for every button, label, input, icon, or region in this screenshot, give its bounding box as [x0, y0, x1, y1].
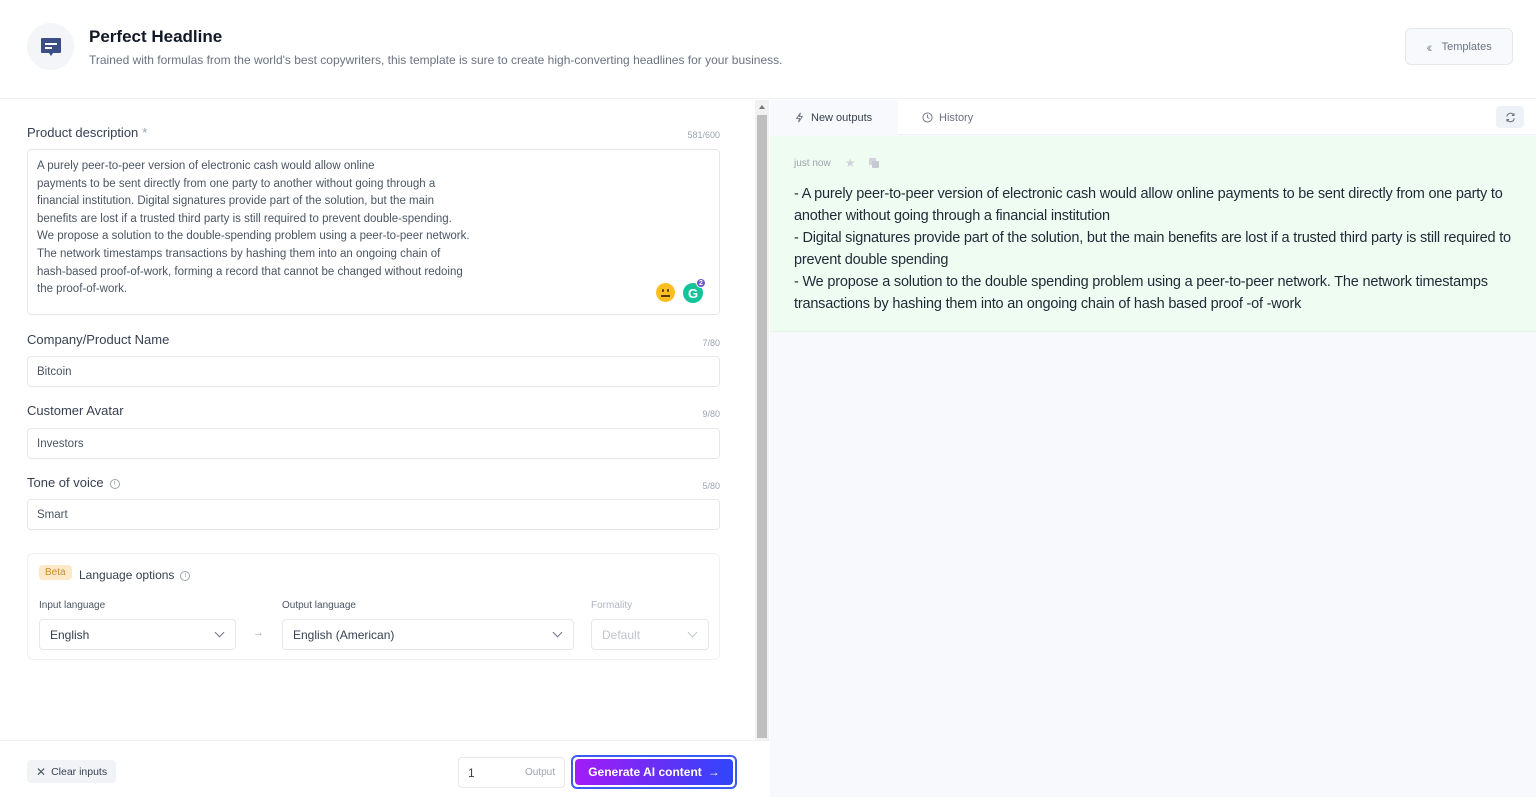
info-icon[interactable]: i: [109, 478, 120, 489]
form-scrollbar[interactable]: [755, 100, 769, 740]
tone-of-voice-counter: 5/80: [702, 481, 720, 491]
beta-badge: Beta: [39, 565, 72, 580]
info-icon[interactable]: i: [180, 570, 191, 581]
output-language-select[interactable]: English (American): [282, 619, 574, 650]
output-line: - A purely peer-to-peer version of elect…: [794, 186, 1503, 224]
output-line: - We propose a solution to the double sp…: [794, 274, 1488, 312]
input-form: Product description * 581/600 A purely pe…: [0, 100, 755, 740]
formality-select[interactable]: Default: [591, 619, 709, 650]
output-language-value: English (American): [293, 627, 395, 642]
formality-value: Default: [602, 627, 641, 642]
page-subtitle: Trained with formulas from the world's b…: [89, 53, 783, 67]
input-language-value: English: [50, 627, 90, 642]
company-name-input[interactable]: Bitcoin: [27, 356, 720, 387]
tone-of-voice-label: Tone of voice i: [27, 475, 120, 490]
output-language-label: Output language: [282, 600, 356, 611]
formality-label: Formality: [591, 600, 633, 611]
language-options-title-text: Language options: [79, 568, 175, 582]
copy-icon[interactable]: [869, 158, 880, 168]
output-count-label: Output: [524, 767, 555, 778]
tone-of-voice-label-text: Tone of voice: [27, 475, 104, 490]
product-description-counter: 581/600: [687, 130, 720, 140]
input-language-select[interactable]: English: [39, 619, 236, 650]
chevron-down-icon: [214, 627, 225, 638]
tone-of-voice-input[interactable]: Smart: [27, 499, 720, 530]
required-mark: *: [142, 125, 148, 140]
template-icon-wrap: [27, 23, 74, 70]
clock-icon: [922, 112, 933, 123]
star-icon[interactable]: ★: [845, 156, 856, 170]
page-title: Perfect Headline: [89, 27, 223, 46]
chevron-down-icon: [552, 627, 563, 638]
output-meta: just now ★: [794, 156, 880, 170]
tab-new-outputs[interactable]: New outputs: [770, 100, 898, 135]
customer-avatar-input[interactable]: Investors: [27, 428, 720, 459]
close-icon: ✕: [36, 764, 47, 779]
chevron-down-icon: [687, 627, 698, 638]
results-tabs: New outputs History: [770, 100, 1536, 135]
tone-emoji-icon[interactable]: [656, 283, 675, 302]
company-name-label: Company/Product Name: [27, 332, 170, 347]
arrow-right-icon: →: [253, 627, 264, 639]
grammarly-badge: 2: [696, 278, 706, 288]
form-footer: ✕ Clear inputs 1 Output Generate AI cont…: [0, 740, 770, 797]
chevrons-left-icon: ‹‹: [1426, 38, 1433, 55]
language-options-panel: Beta Language options i Input language En…: [27, 553, 720, 660]
scroll-up-arrow-icon[interactable]: [755, 100, 769, 114]
tab-history-label: History: [939, 111, 974, 124]
templates-button[interactable]: ‹‹ Templates: [1405, 28, 1513, 65]
sparkle-icon: [795, 112, 804, 123]
input-language-label: Input language: [39, 600, 106, 611]
output-count-input[interactable]: 1 Output: [458, 757, 565, 788]
message-square-icon: [40, 37, 61, 56]
output-timestamp: just now: [794, 157, 831, 169]
clear-inputs-button[interactable]: ✕ Clear inputs: [27, 760, 117, 783]
customer-avatar-counter: 9/80: [702, 409, 720, 419]
arrow-right-icon: →: [707, 765, 720, 779]
customer-avatar-label: Customer Avatar: [27, 403, 124, 418]
generate-ai-content-inner: Generate AI content →: [575, 759, 733, 785]
language-options-title: Language options i: [79, 568, 191, 582]
scroll-thumb[interactable]: [757, 115, 767, 738]
tab-history[interactable]: History: [908, 100, 973, 135]
output-text[interactable]: - A purely peer-to-peer version of elect…: [794, 183, 1514, 315]
tab-new-outputs-label: New outputs: [811, 111, 873, 124]
refresh-button[interactable]: [1496, 106, 1524, 128]
page-header: Perfect Headline Trained with formulas f…: [0, 0, 1536, 99]
output-card: just now ★ - A purely peer-to-peer versi…: [770, 136, 1536, 332]
product-description-label-text: Product description: [27, 125, 139, 140]
output-count-value: 1: [468, 765, 475, 780]
output-line: - Digital signatures provide part of the…: [794, 230, 1511, 268]
generate-label: Generate AI content: [588, 765, 702, 779]
clear-inputs-label: Clear inputs: [51, 765, 108, 778]
generate-ai-content-button[interactable]: Generate AI content →: [571, 755, 737, 789]
product-description-textarea[interactable]: A purely peer-to-peer version of electro…: [27, 149, 720, 315]
refresh-icon: [1505, 112, 1515, 122]
grammarly-icon[interactable]: G2: [683, 278, 706, 303]
templates-button-label: Templates: [1441, 40, 1492, 53]
results-panel: New outputs History just now ★ - A purel…: [770, 100, 1536, 797]
company-name-counter: 7/80: [702, 338, 720, 348]
product-description-label: Product description *: [27, 125, 147, 140]
